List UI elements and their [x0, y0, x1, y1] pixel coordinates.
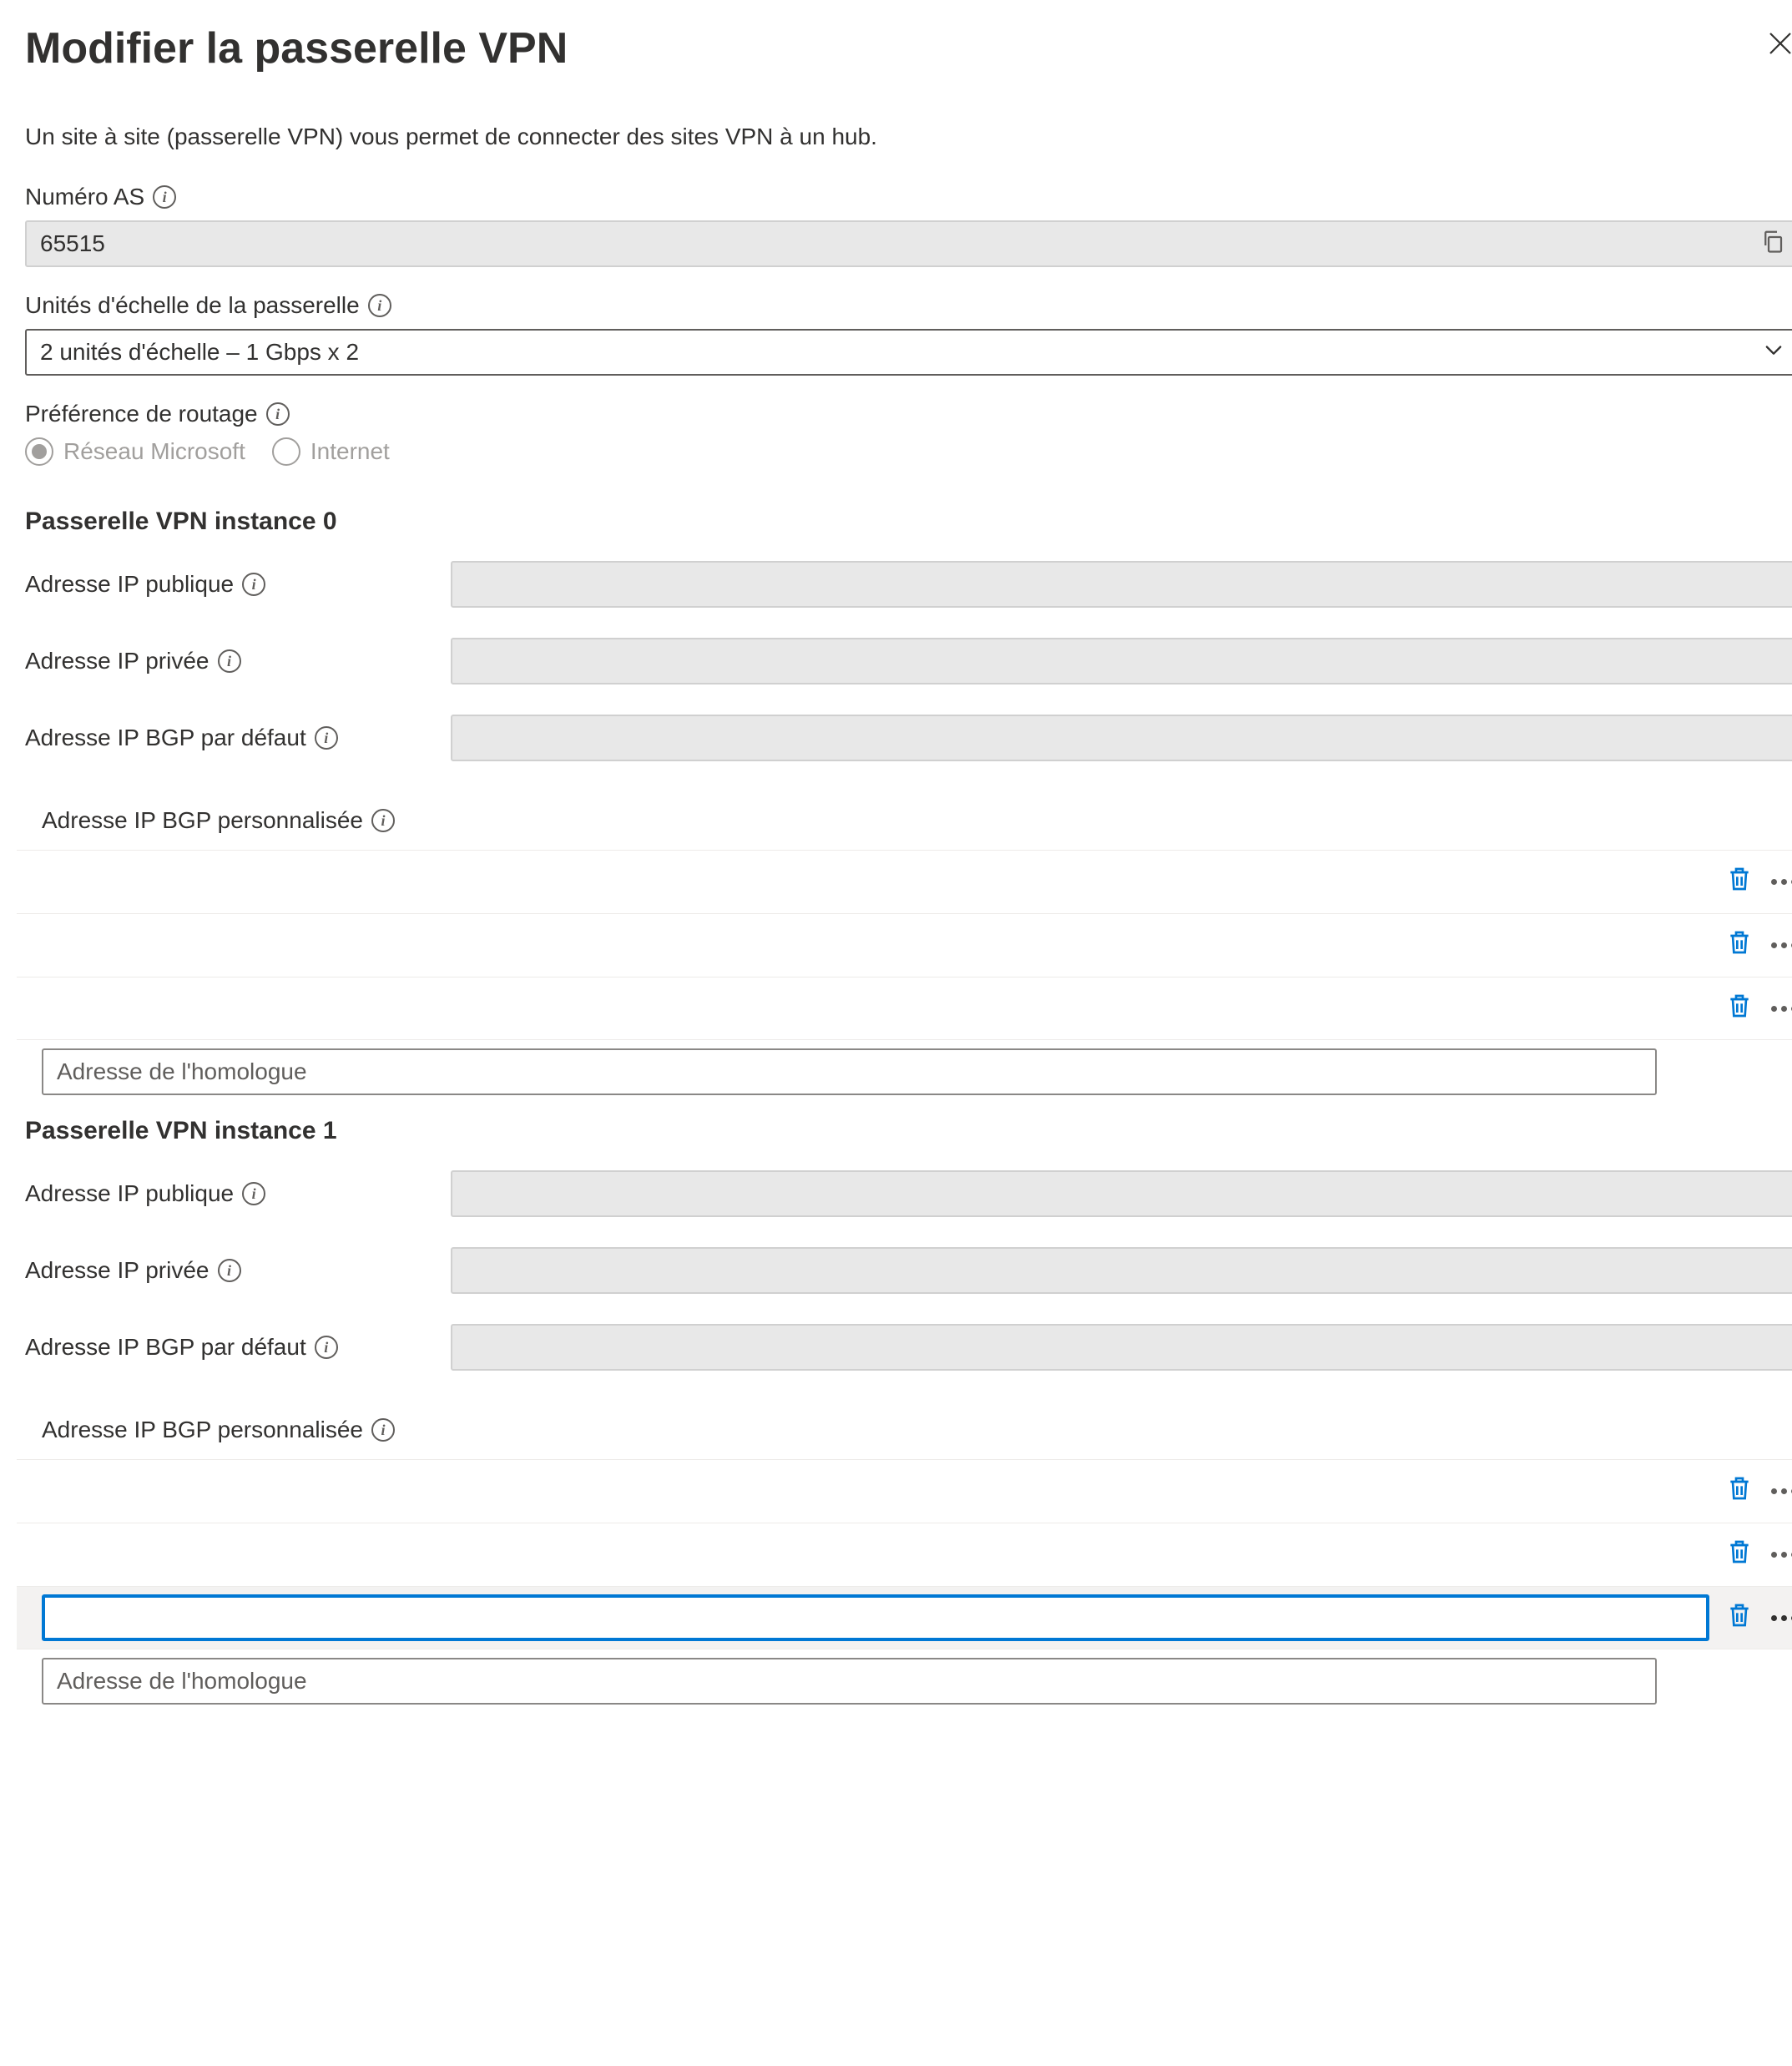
default-bgp-label-wrap: Adresse IP BGP par défaut i — [25, 1334, 451, 1361]
scale-units-label: Unités d'échelle de la passerelle — [25, 292, 360, 319]
instance-1-custom-bgp-heading: Adresse IP BGP personnalisée i — [17, 1401, 1792, 1459]
chevron-down-icon — [1762, 338, 1785, 367]
peer-address-input[interactable] — [42, 1658, 1657, 1705]
private-ip-field — [451, 1247, 1792, 1294]
more-button[interactable] — [1766, 942, 1792, 948]
more-button[interactable] — [1766, 1552, 1792, 1558]
info-icon[interactable]: i — [242, 573, 265, 596]
panel-title: Modifier la passerelle VPN — [25, 23, 568, 73]
info-icon[interactable]: i — [315, 1336, 338, 1359]
scale-units-value: 2 unités d'échelle – 1 Gbps x 2 — [40, 339, 359, 366]
info-icon[interactable]: i — [153, 185, 176, 209]
radio-internet[interactable]: Internet — [272, 437, 390, 466]
radio-label: Réseau Microsoft — [63, 438, 245, 465]
delete-button[interactable] — [1726, 929, 1753, 962]
delete-button[interactable] — [1726, 1475, 1753, 1508]
as-number-group: Numéro AS i 65515 — [17, 184, 1792, 292]
row-actions — [1726, 1475, 1792, 1508]
scale-units-dropdown[interactable]: 2 unités d'échelle – 1 Gbps x 2 — [25, 329, 1792, 376]
public-ip-label: Adresse IP publique — [25, 571, 234, 598]
instance-1-default-bgp-row: Adresse IP BGP par défaut i — [17, 1324, 1792, 1401]
more-button[interactable] — [1766, 1488, 1792, 1494]
custom-bgp-label: Adresse IP BGP personnalisée — [42, 1417, 363, 1443]
delete-button[interactable] — [1726, 866, 1753, 898]
bgp-row — [17, 850, 1792, 913]
public-ip-label: Adresse IP publique — [25, 1180, 234, 1207]
instance-0-peer-input-row — [17, 1040, 1792, 1112]
instance-1-private-ip-row: Adresse IP privée i — [17, 1247, 1792, 1324]
panel-header: Modifier la passerelle VPN — [17, 17, 1792, 124]
bgp-row — [17, 1459, 1792, 1523]
as-number-field: 65515 — [25, 220, 1792, 267]
instance-0-heading: Passerelle VPN instance 0 — [17, 491, 1792, 561]
copy-icon — [1760, 229, 1785, 254]
row-actions — [1726, 929, 1792, 962]
routing-pref-radios: Réseau Microsoft Internet — [25, 437, 1792, 466]
instance-0-default-bgp-row: Adresse IP BGP par défaut i — [17, 715, 1792, 791]
more-button[interactable] — [1766, 879, 1792, 885]
info-icon[interactable]: i — [371, 809, 395, 832]
routing-pref-group: Préférence de routage i Réseau Microsoft… — [17, 401, 1792, 491]
bgp-address-input-active[interactable] — [42, 1594, 1709, 1641]
edit-vpn-gateway-panel: Modifier la passerelle VPN Un site à sit… — [17, 17, 1792, 1755]
row-actions — [1726, 1602, 1792, 1634]
close-button[interactable] — [1760, 23, 1792, 63]
delete-button[interactable] — [1726, 993, 1753, 1025]
row-actions — [1726, 1538, 1792, 1571]
public-ip-field — [451, 1170, 1792, 1217]
scale-units-label-row: Unités d'échelle de la passerelle i — [25, 292, 1792, 319]
info-icon[interactable]: i — [218, 649, 241, 673]
routing-pref-label: Préférence de routage — [25, 401, 258, 427]
radio-icon — [272, 437, 300, 466]
default-bgp-field — [451, 1324, 1792, 1371]
info-icon[interactable]: i — [368, 294, 391, 317]
info-icon[interactable]: i — [266, 402, 290, 426]
bgp-row — [17, 977, 1792, 1040]
bgp-row-active — [17, 1586, 1792, 1649]
instance-0-private-ip-row: Adresse IP privée i — [17, 638, 1792, 715]
radio-icon — [25, 437, 53, 466]
panel-description: Un site à site (passerelle VPN) vous per… — [17, 124, 1792, 184]
delete-button[interactable] — [1726, 1602, 1753, 1634]
instance-0-custom-bgp-heading: Adresse IP BGP personnalisée i — [17, 791, 1792, 850]
info-icon[interactable]: i — [371, 1418, 395, 1442]
default-bgp-label: Adresse IP BGP par défaut — [25, 1334, 306, 1361]
copy-button[interactable] — [1760, 229, 1785, 260]
private-ip-label: Adresse IP privée — [25, 648, 209, 674]
peer-address-input[interactable] — [42, 1048, 1657, 1095]
radio-label: Internet — [310, 438, 390, 465]
public-ip-label-wrap: Adresse IP publique i — [25, 1180, 451, 1207]
default-bgp-label-wrap: Adresse IP BGP par défaut i — [25, 725, 451, 751]
close-icon — [1765, 28, 1792, 58]
as-number-label: Numéro AS — [25, 184, 144, 210]
private-ip-field — [451, 638, 1792, 684]
public-ip-label-wrap: Adresse IP publique i — [25, 571, 451, 598]
public-ip-field — [451, 561, 1792, 608]
private-ip-label-wrap: Adresse IP privée i — [25, 648, 451, 674]
delete-button[interactable] — [1726, 1538, 1753, 1571]
more-button[interactable] — [1766, 1615, 1792, 1621]
bgp-row — [17, 913, 1792, 977]
bgp-row — [17, 1523, 1792, 1586]
default-bgp-field — [451, 715, 1792, 761]
instance-1-peer-input-row — [17, 1649, 1792, 1721]
scale-units-group: Unités d'échelle de la passerelle i 2 un… — [17, 292, 1792, 401]
instance-1-public-ip-row: Adresse IP publique i — [17, 1170, 1792, 1247]
info-icon[interactable]: i — [242, 1182, 265, 1205]
radio-microsoft-network[interactable]: Réseau Microsoft — [25, 437, 245, 466]
as-number-label-row: Numéro AS i — [25, 184, 1792, 210]
row-actions — [1726, 866, 1792, 898]
as-number-value: 65515 — [40, 230, 105, 257]
routing-pref-label-row: Préférence de routage i — [25, 401, 1792, 427]
instance-1-heading: Passerelle VPN instance 1 — [17, 1112, 1792, 1170]
more-button[interactable] — [1766, 1006, 1792, 1012]
default-bgp-label: Adresse IP BGP par défaut — [25, 725, 306, 751]
private-ip-label: Adresse IP privée — [25, 1257, 209, 1284]
custom-bgp-label: Adresse IP BGP personnalisée — [42, 807, 363, 834]
private-ip-label-wrap: Adresse IP privée i — [25, 1257, 451, 1284]
info-icon[interactable]: i — [218, 1259, 241, 1282]
row-actions — [1726, 993, 1792, 1025]
instance-0-public-ip-row: Adresse IP publique i — [17, 561, 1792, 638]
info-icon[interactable]: i — [315, 726, 338, 750]
